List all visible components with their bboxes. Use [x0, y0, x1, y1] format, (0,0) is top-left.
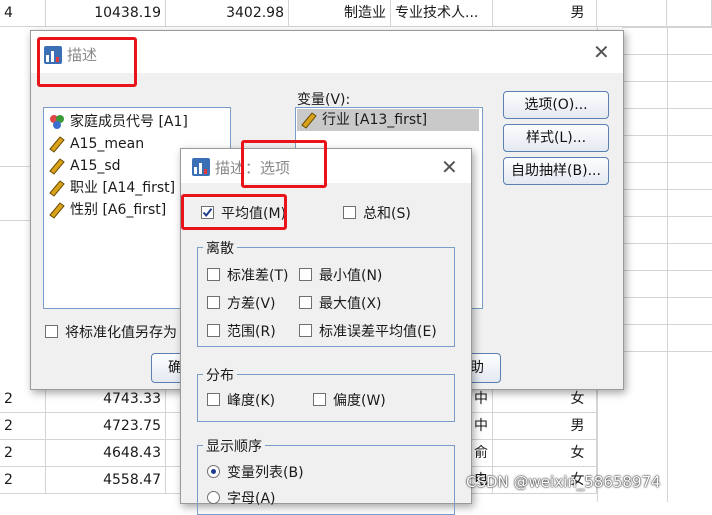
- grid-cell[interactable]: 2: [0, 386, 46, 413]
- grid-cell[interactable]: 专业技术人...: [391, 0, 493, 27]
- grid-cell[interactable]: 2: [0, 413, 46, 440]
- annotation-highlight-title: [37, 37, 137, 87]
- minimum-label: 最小值(N): [319, 268, 383, 284]
- maximum-label: 最大值(X): [319, 296, 382, 312]
- grid-line: [0, 166, 30, 167]
- alphabetic-label: 字母(A): [227, 491, 276, 507]
- scale-icon: [49, 180, 65, 197]
- list-item[interactable]: 性别 [A6_first]: [48, 199, 166, 221]
- grid-line: [610, 351, 712, 352]
- grid-cell[interactable]: 4723.75: [46, 413, 166, 440]
- variables-label: 变量(V):: [297, 92, 351, 108]
- alphabetic-radio[interactable]: [207, 491, 220, 504]
- scale-icon: [49, 202, 65, 219]
- maximum-checkbox[interactable]: [299, 296, 312, 309]
- watermark: CSDN @weixin_58658974: [466, 473, 661, 491]
- distribution-group-title: 分布: [203, 365, 237, 385]
- minimum-checkbox[interactable]: [299, 268, 312, 281]
- grid-cell[interactable]: 10438.19: [46, 0, 166, 27]
- grid-line: [610, 324, 712, 325]
- grid-cell[interactable]: 女: [493, 386, 597, 413]
- dispersion-group-title: 离散: [203, 238, 237, 258]
- list-item-label: A15_sd: [70, 158, 121, 174]
- std-dev-label: 标准差(T): [227, 268, 289, 284]
- list-item-label: A15_mean: [70, 136, 145, 152]
- range-label: 范围(R): [227, 324, 276, 340]
- grid-line: [610, 108, 712, 109]
- grid-cell[interactable]: [667, 0, 712, 27]
- grid-line: [0, 220, 30, 221]
- bootstrap-button[interactable]: 自助抽样(B)...: [503, 157, 609, 185]
- list-item[interactable]: A15_sd: [48, 155, 121, 177]
- grid-cell[interactable]: 男: [493, 413, 597, 440]
- grid-line: [610, 189, 712, 190]
- list-item[interactable]: A15_mean: [48, 133, 144, 155]
- range-checkbox[interactable]: [207, 324, 220, 337]
- close-icon[interactable]: ✕: [593, 42, 610, 62]
- se-mean-label: 标准误差平均值(E): [319, 324, 437, 340]
- grid-cell[interactable]: 4648.43: [46, 440, 166, 467]
- skewness-checkbox[interactable]: [313, 393, 326, 406]
- grid-line: [622, 27, 712, 28]
- grid-cell[interactable]: 4: [0, 0, 46, 27]
- grid-cell[interactable]: 3402.98: [166, 0, 289, 27]
- list-item-label: 行业 [A13_first]: [322, 112, 428, 128]
- grid-cell[interactable]: 4743.33: [46, 386, 166, 413]
- grid-cell[interactable]: 中: [470, 386, 493, 413]
- grid-line: [667, 27, 668, 502]
- grid-line: [622, 54, 712, 55]
- options-button[interactable]: 选项(O)...: [503, 91, 609, 119]
- list-item[interactable]: 家庭成员代号 [A1]: [48, 111, 188, 133]
- variance-checkbox[interactable]: [207, 296, 220, 309]
- se-mean-checkbox[interactable]: [299, 324, 312, 337]
- scale-icon: [301, 112, 317, 129]
- grid-line: [610, 216, 712, 217]
- kurtosis-label: 峰度(K): [227, 393, 276, 409]
- display-order-group-title: 显示顺序: [203, 436, 265, 456]
- kurtosis-checkbox[interactable]: [207, 393, 220, 406]
- sum-checkbox[interactable]: [343, 206, 356, 219]
- list-item-selected[interactable]: 行业 [A13_first]: [300, 109, 427, 131]
- grid-cell[interactable]: 俞: [470, 440, 493, 467]
- list-item-label: 性别 [A6_first]: [70, 202, 167, 218]
- grid-cell[interactable]: 2: [0, 440, 46, 467]
- grid-cell[interactable]: 中: [470, 413, 493, 440]
- scale-icon: [49, 158, 65, 175]
- nominal-icon: [50, 115, 64, 129]
- list-item-label: 家庭成员代号 [A1]: [70, 114, 188, 130]
- grid-cell[interactable]: [597, 0, 667, 27]
- grid-line: [610, 243, 712, 244]
- grid-cell[interactable]: 男: [493, 0, 597, 27]
- skewness-label: 偏度(W): [333, 393, 386, 409]
- scale-icon: [49, 136, 65, 153]
- annotation-highlight-mean: [181, 194, 287, 230]
- std-dev-checkbox[interactable]: [207, 268, 220, 281]
- variable-list-radio[interactable]: [207, 465, 220, 478]
- radio-dot: [211, 469, 216, 474]
- grid-line: [610, 135, 712, 136]
- grid-cell[interactable]: 制造业: [289, 0, 391, 27]
- grid-line: [610, 297, 712, 298]
- variance-label: 方差(V): [227, 296, 276, 312]
- grid-line: [610, 162, 712, 163]
- variable-list-label: 变量列表(B): [227, 465, 304, 481]
- annotation-highlight-options-title: [241, 140, 327, 188]
- sum-label: 总和(S): [363, 206, 411, 222]
- close-icon[interactable]: ✕: [441, 157, 458, 177]
- grid-cell[interactable]: 女: [493, 440, 597, 467]
- list-item[interactable]: 职业 [A14_first]: [48, 177, 175, 199]
- grid-cell[interactable]: 2: [0, 467, 46, 494]
- app-icon: [192, 158, 210, 176]
- grid-cell[interactable]: 4558.47: [46, 467, 166, 494]
- save-standardized-label: 将标准化值另存为: [65, 325, 177, 341]
- grid-line: [610, 270, 712, 271]
- save-standardized-checkbox[interactable]: [45, 325, 58, 338]
- style-button[interactable]: 样式(L)...: [503, 124, 609, 152]
- grid-line: [610, 81, 712, 82]
- list-item-label: 职业 [A14_first]: [70, 180, 176, 196]
